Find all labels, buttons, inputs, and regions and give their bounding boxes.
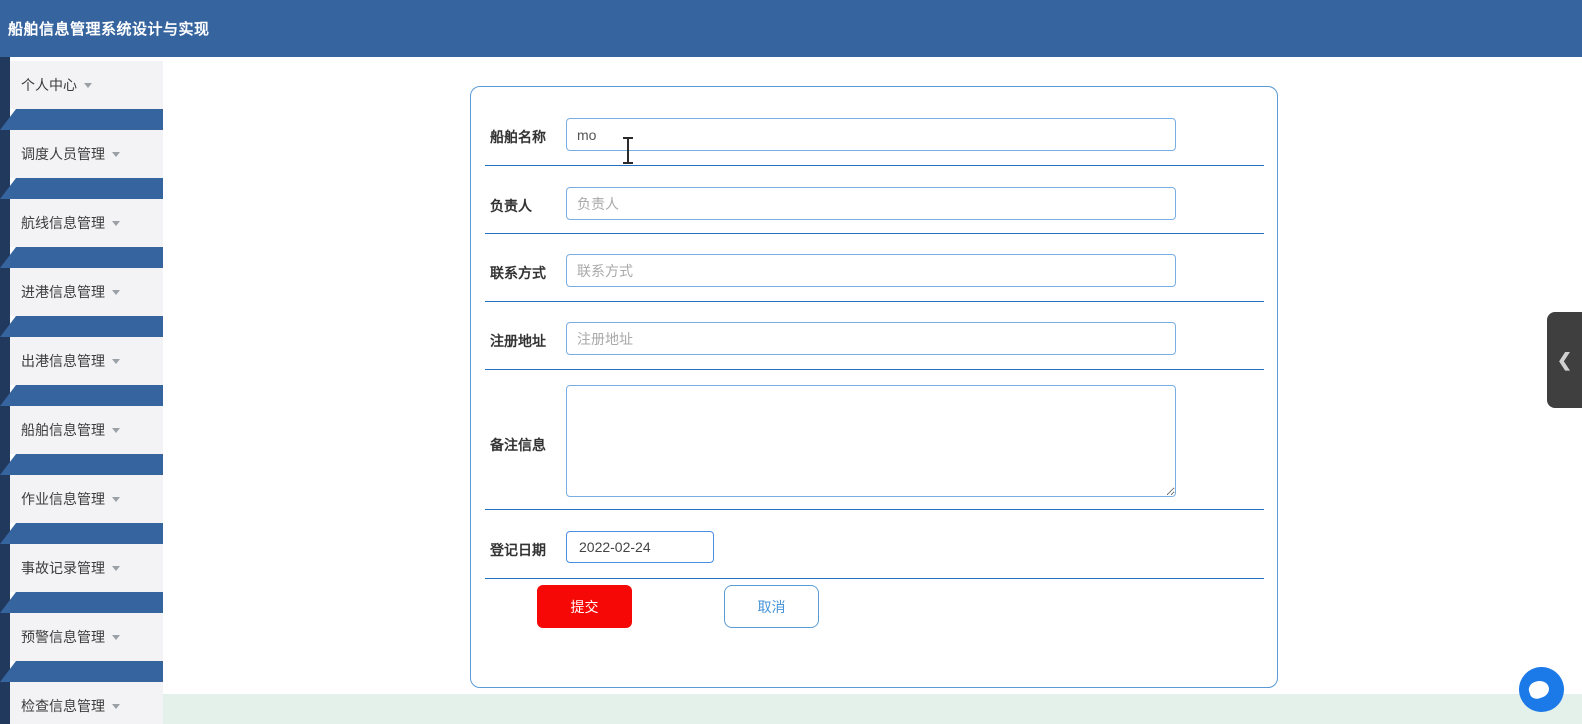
row-divider	[485, 233, 1264, 234]
sidebar-divider-band	[0, 109, 163, 130]
field-label-remarks: 备注信息	[490, 437, 546, 453]
footer-strip	[163, 694, 1582, 724]
sidebar-divider-band	[0, 247, 163, 268]
sidebar-item-operation-info-mgmt[interactable]: 作业信息管理	[10, 475, 163, 523]
panel-collapse-handle[interactable]: ❮	[1547, 312, 1582, 408]
sidebar-item-outbound-port-mgmt[interactable]: 出港信息管理	[10, 337, 163, 385]
field-label-ship-name: 船舶名称	[490, 129, 546, 145]
sidebar-item-label: 检查信息管理	[21, 698, 105, 714]
sidebar-item-label: 事故记录管理	[21, 560, 105, 576]
chevron-down-icon	[112, 289, 120, 295]
chevron-down-icon	[112, 565, 120, 571]
sidebar-edge-strip	[0, 57, 10, 724]
sidebar-divider-band	[0, 385, 163, 406]
chevron-down-icon	[112, 220, 120, 226]
sidebar-item-label: 进港信息管理	[21, 284, 105, 300]
page: 船舶信息管理系统设计与实现 个人中心 调度人员管理 航线信息管理 进港信息管理 …	[0, 0, 1582, 724]
chevron-down-icon	[112, 358, 120, 364]
sidebar-item-label: 预警信息管理	[21, 629, 105, 645]
row-divider	[485, 301, 1264, 302]
sidebar-item-label: 船舶信息管理	[21, 422, 105, 438]
sidebar-item-personal-center[interactable]: 个人中心	[10, 61, 163, 109]
ship-name-input[interactable]	[566, 118, 1176, 151]
person-in-charge-input[interactable]	[566, 187, 1176, 220]
sidebar-item-label: 作业信息管理	[21, 491, 105, 507]
sidebar-divider-band	[0, 592, 163, 613]
sidebar-item-dispatcher-mgmt[interactable]: 调度人员管理	[10, 130, 163, 178]
sidebar-item-inspection-info-mgmt[interactable]: 检查信息管理	[10, 682, 163, 724]
ship-form-card: 船舶名称 负责人 联系方式 注册地址 备注信息 登记日期 提交 取消	[470, 86, 1278, 688]
field-label-registered-address: 注册地址	[490, 333, 546, 349]
row-divider	[485, 578, 1264, 579]
sidebar-item-label: 个人中心	[21, 77, 77, 93]
sidebar-item-accident-record-mgmt[interactable]: 事故记录管理	[10, 544, 163, 592]
sidebar-item-warning-info-mgmt[interactable]: 预警信息管理	[10, 613, 163, 661]
sidebar-item-label: 调度人员管理	[21, 146, 105, 162]
chevron-down-icon	[84, 82, 92, 88]
chevron-down-icon	[112, 703, 120, 709]
sidebar-divider-band	[0, 454, 163, 475]
chevron-down-icon	[112, 427, 120, 433]
app-title: 船舶信息管理系统设计与实现	[8, 21, 210, 38]
sidebar-divider-band	[0, 661, 163, 682]
field-label-registration-date: 登记日期	[490, 542, 546, 558]
chat-bubble-icon	[1526, 678, 1552, 701]
registered-address-input[interactable]	[566, 322, 1176, 355]
field-label-contact: 联系方式	[490, 265, 546, 281]
sidebar-divider-band	[0, 316, 163, 337]
contact-input[interactable]	[566, 254, 1176, 287]
chat-assistant-button[interactable]	[1519, 667, 1564, 712]
sidebar-item-route-info-mgmt[interactable]: 航线信息管理	[10, 199, 163, 247]
chevron-down-icon	[112, 496, 120, 502]
sidebar-divider-band	[0, 178, 163, 199]
remarks-textarea[interactable]	[566, 385, 1176, 497]
cancel-button[interactable]: 取消	[724, 585, 819, 628]
sidebar-item-label: 出港信息管理	[21, 353, 105, 369]
row-divider	[485, 165, 1264, 166]
chevron-down-icon	[112, 151, 120, 157]
submit-button[interactable]: 提交	[537, 585, 632, 628]
row-divider	[485, 369, 1264, 370]
sidebar-divider-band	[0, 523, 163, 544]
chevron-left-icon: ❮	[1556, 349, 1573, 370]
sidebar-item-label: 航线信息管理	[21, 215, 105, 231]
registration-date-input[interactable]	[566, 531, 714, 563]
row-divider	[485, 509, 1264, 510]
top-header-bar: 船舶信息管理系统设计与实现	[0, 0, 1582, 57]
sidebar-item-ship-info-mgmt[interactable]: 船舶信息管理	[10, 406, 163, 454]
sidebar-item-inbound-port-mgmt[interactable]: 进港信息管理	[10, 268, 163, 316]
chevron-down-icon	[112, 634, 120, 640]
field-label-person-in-charge: 负责人	[490, 198, 532, 214]
